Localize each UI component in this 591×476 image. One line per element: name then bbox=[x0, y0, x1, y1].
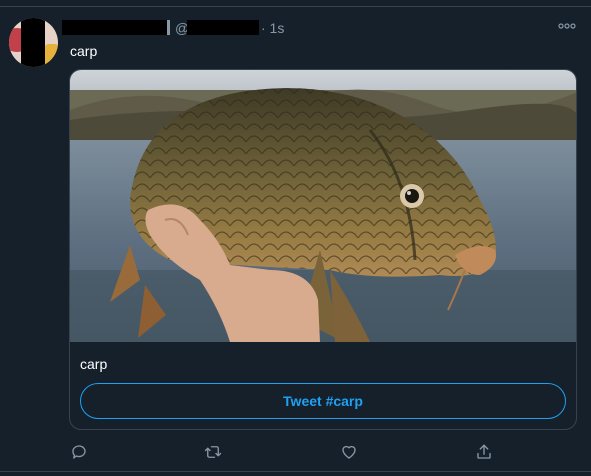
share-button[interactable] bbox=[474, 442, 494, 462]
retweet-button[interactable] bbox=[203, 442, 223, 462]
display-name-redacted[interactable] bbox=[62, 20, 167, 35]
more-options-button[interactable] bbox=[558, 18, 576, 34]
reply-icon bbox=[72, 445, 86, 459]
avatar[interactable] bbox=[9, 18, 58, 67]
link-card[interactable]: carp Tweet #carp bbox=[69, 69, 577, 430]
tweet-text: carp bbox=[70, 43, 98, 59]
top-divider bbox=[0, 6, 591, 7]
card-caption: carp bbox=[80, 356, 108, 372]
tweet-hashtag-button[interactable]: Tweet #carp bbox=[80, 383, 566, 419]
avatar-redaction bbox=[21, 18, 45, 67]
reply-button[interactable] bbox=[69, 442, 89, 462]
username-redacted[interactable] bbox=[187, 20, 259, 35]
carp-photo[interactable] bbox=[70, 70, 577, 342]
bottom-divider bbox=[0, 471, 591, 472]
share-icon bbox=[477, 444, 491, 459]
more-dots-icon bbox=[558, 23, 576, 29]
like-button[interactable] bbox=[339, 442, 359, 462]
display-name-redaction-edge bbox=[167, 20, 170, 35]
like-icon bbox=[342, 445, 356, 459]
timestamp[interactable]: · 1s bbox=[261, 21, 284, 36]
retweet-icon bbox=[204, 446, 222, 458]
